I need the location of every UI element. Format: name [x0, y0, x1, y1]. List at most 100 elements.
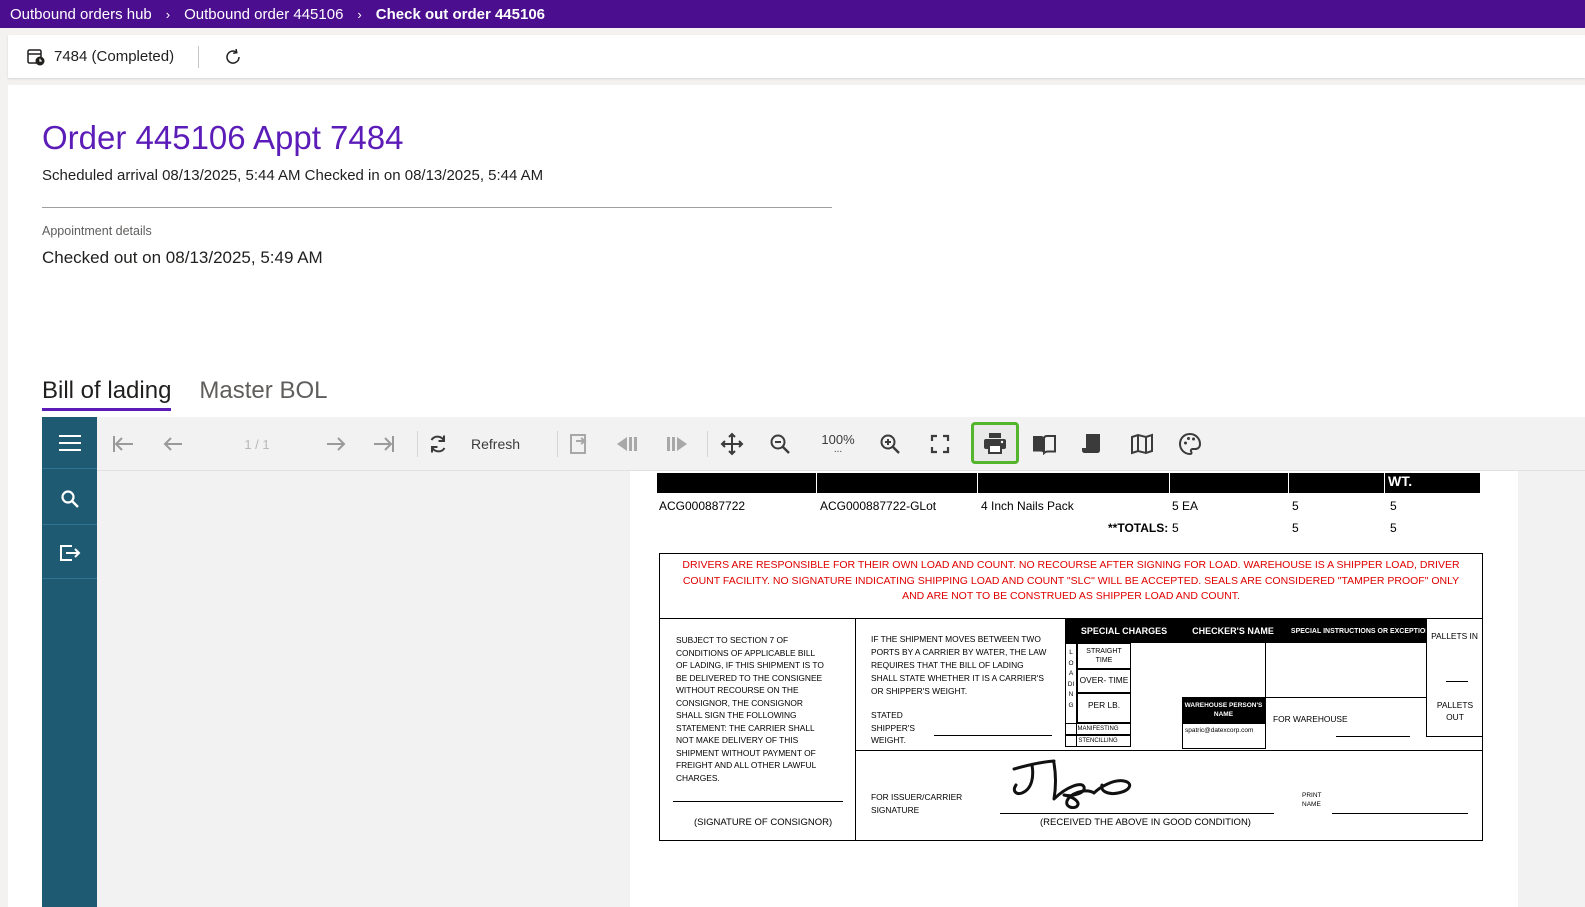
per-lb-cell: PER LB.	[1077, 693, 1131, 723]
pallets-out-label: PALLETS OUT	[1436, 700, 1474, 722]
page-title: Order 445106 Appt 7484	[42, 119, 404, 156]
line-lot: ACG000887722-GLot	[820, 499, 937, 513]
previous-section-button[interactable]	[613, 428, 641, 460]
main-card: Order 445106 Appt 7484 Scheduled arrival…	[8, 85, 1585, 907]
breadcrumb-outbound-orders-hub[interactable]: Outbound orders hub	[10, 6, 152, 23]
refresh-label: Refresh	[471, 436, 521, 452]
page-indicator[interactable]: 1 / 1	[232, 428, 282, 460]
special-charges-header: SPECIAL CHARGES CHECKER'S NAME SPECIAL I…	[1065, 619, 1483, 643]
loading-letter: N	[1068, 691, 1074, 698]
breadcrumb: Outbound orders hub › Outbound order 445…	[0, 0, 1585, 28]
menu-button[interactable]	[42, 417, 97, 469]
for-warehouse-label: FOR WAREHOUSE	[1273, 714, 1348, 724]
action-bar: 7484 (Completed)	[8, 35, 1585, 78]
breadcrumb-check-out-order: Check out order 445106	[375, 5, 546, 23]
first-page-icon	[113, 436, 133, 452]
header-divider	[1384, 473, 1385, 493]
single-page-view-button[interactable]	[1029, 428, 1059, 460]
zoom-out-button[interactable]	[765, 428, 795, 460]
divider	[417, 431, 418, 457]
last-page-icon	[374, 436, 394, 452]
export-icon	[59, 544, 80, 561]
zoom-level-select[interactable]: 100% ...	[813, 428, 863, 460]
viewer-sidebar	[42, 417, 97, 907]
grid-divider	[855, 619, 856, 841]
loading-letter: DI	[1067, 680, 1075, 688]
loading-letter: O	[1068, 659, 1074, 667]
tab-bill-of-lading[interactable]: Bill of lading	[42, 377, 172, 411]
arrow-left-icon	[163, 437, 182, 451]
signature-line	[673, 801, 843, 802]
map-view-button[interactable]	[1127, 428, 1157, 460]
hamburger-icon	[58, 434, 81, 451]
section-7-text: SUBJECT TO SECTION 7 OF CONDITIONS OF AP…	[676, 635, 824, 783]
document-view-icon	[570, 434, 587, 454]
straight-time-cell: STRAIGHT TIME	[1077, 643, 1131, 669]
grid-divider	[855, 750, 1483, 751]
export-button[interactable]	[42, 527, 97, 579]
search-button[interactable]	[42, 473, 97, 525]
manifesting-cell: MANIFESTING	[1065, 723, 1131, 735]
pallets-in-label: PALLETS IN	[1431, 631, 1478, 641]
driver-warning-text: DRIVERS ARE RESPONSIBLE FOR THEIR OWN LO…	[659, 553, 1483, 619]
chevron-right-icon: ›	[357, 6, 362, 22]
pan-button[interactable]	[717, 428, 747, 460]
search-icon	[60, 489, 79, 508]
totals-quantity: 5	[1172, 521, 1179, 535]
tab-master-bol[interactable]: Master BOL	[199, 377, 327, 411]
totals-label: **TOTALS:	[1108, 521, 1169, 535]
divider	[198, 45, 200, 68]
map-icon	[1131, 433, 1153, 455]
zoom-out-icon	[770, 434, 790, 454]
stenciling-cell: STENCILLING	[1065, 735, 1131, 747]
header-divider	[1288, 473, 1289, 493]
consignor-signature-label: (SIGNATURE OF CONSIGNOR)	[694, 817, 833, 828]
loading-letter: G	[1068, 701, 1074, 709]
pallets-in-line	[1446, 681, 1468, 682]
report-viewer: 1 / 1 Refresh 100% ... WT. ACG000887722 …	[42, 417, 1585, 907]
totals-column-5: 5	[1292, 521, 1299, 535]
bill-of-lading-document: WT. ACG000887722 ACG000887722-GLot 4 Inc…	[630, 471, 1518, 907]
water-shipment-text: IF THE SHIPMENT MOVES BETWEEN TWO PORTS …	[871, 634, 1047, 696]
line-quantity: 5 EA	[1172, 499, 1199, 513]
loading-letter: L	[1069, 649, 1073, 656]
calendar-clock-icon	[27, 48, 45, 65]
skip-forward-icon	[667, 437, 687, 451]
move-icon	[720, 432, 744, 456]
refresh-icon[interactable]	[223, 47, 243, 67]
special-charges-label: SPECIAL CHARGES	[1080, 626, 1168, 636]
scroll-icon	[1082, 434, 1100, 453]
theme-button[interactable]	[1175, 428, 1205, 460]
warehouse-signature-line	[1336, 736, 1410, 737]
print-button[interactable]	[971, 422, 1019, 464]
viewer-toolbar: 1 / 1 Refresh 100% ...	[97, 417, 1585, 471]
issuer-signature-label: FOR ISSUER/CARRIER SIGNATURE	[871, 792, 963, 815]
print-name-label: PRINT NAME	[1302, 792, 1322, 808]
grid-divider	[1265, 697, 1426, 698]
fullscreen-button[interactable]	[925, 428, 955, 460]
zoom-options-indicator: ...	[833, 444, 843, 455]
previous-page-button[interactable]	[159, 428, 187, 460]
header-divider	[816, 473, 817, 493]
appointment-status[interactable]: 7484 (Completed)	[26, 47, 174, 67]
divider	[557, 431, 558, 457]
zoom-in-button[interactable]	[875, 428, 905, 460]
divider	[707, 431, 708, 457]
report-page: WT. ACG000887722 ACG000887722-GLot 4 Inc…	[630, 471, 1518, 907]
print-name-line	[1332, 813, 1468, 814]
next-section-button[interactable]	[663, 428, 691, 460]
printer-icon	[984, 433, 1006, 454]
zoom-in-icon	[880, 434, 900, 454]
tab-list: Bill of lading Master BOL	[42, 377, 327, 411]
next-page-button[interactable]	[322, 428, 350, 460]
chevron-right-icon: ›	[165, 6, 171, 22]
continuous-view-button[interactable]	[1077, 428, 1107, 460]
toggle-view-button[interactable]	[565, 428, 593, 460]
last-page-button[interactable]	[370, 428, 398, 460]
refresh-report-button[interactable]: Refresh	[427, 428, 537, 460]
weight-line	[934, 735, 1052, 736]
first-page-button[interactable]	[109, 428, 137, 460]
appointment-status-label: 7484 (Completed)	[54, 48, 175, 65]
breadcrumb-outbound-order[interactable]: Outbound order 445106	[184, 6, 343, 23]
warehouse-person-label: WAREHOUSE PERSON'S NAME	[1182, 697, 1265, 723]
